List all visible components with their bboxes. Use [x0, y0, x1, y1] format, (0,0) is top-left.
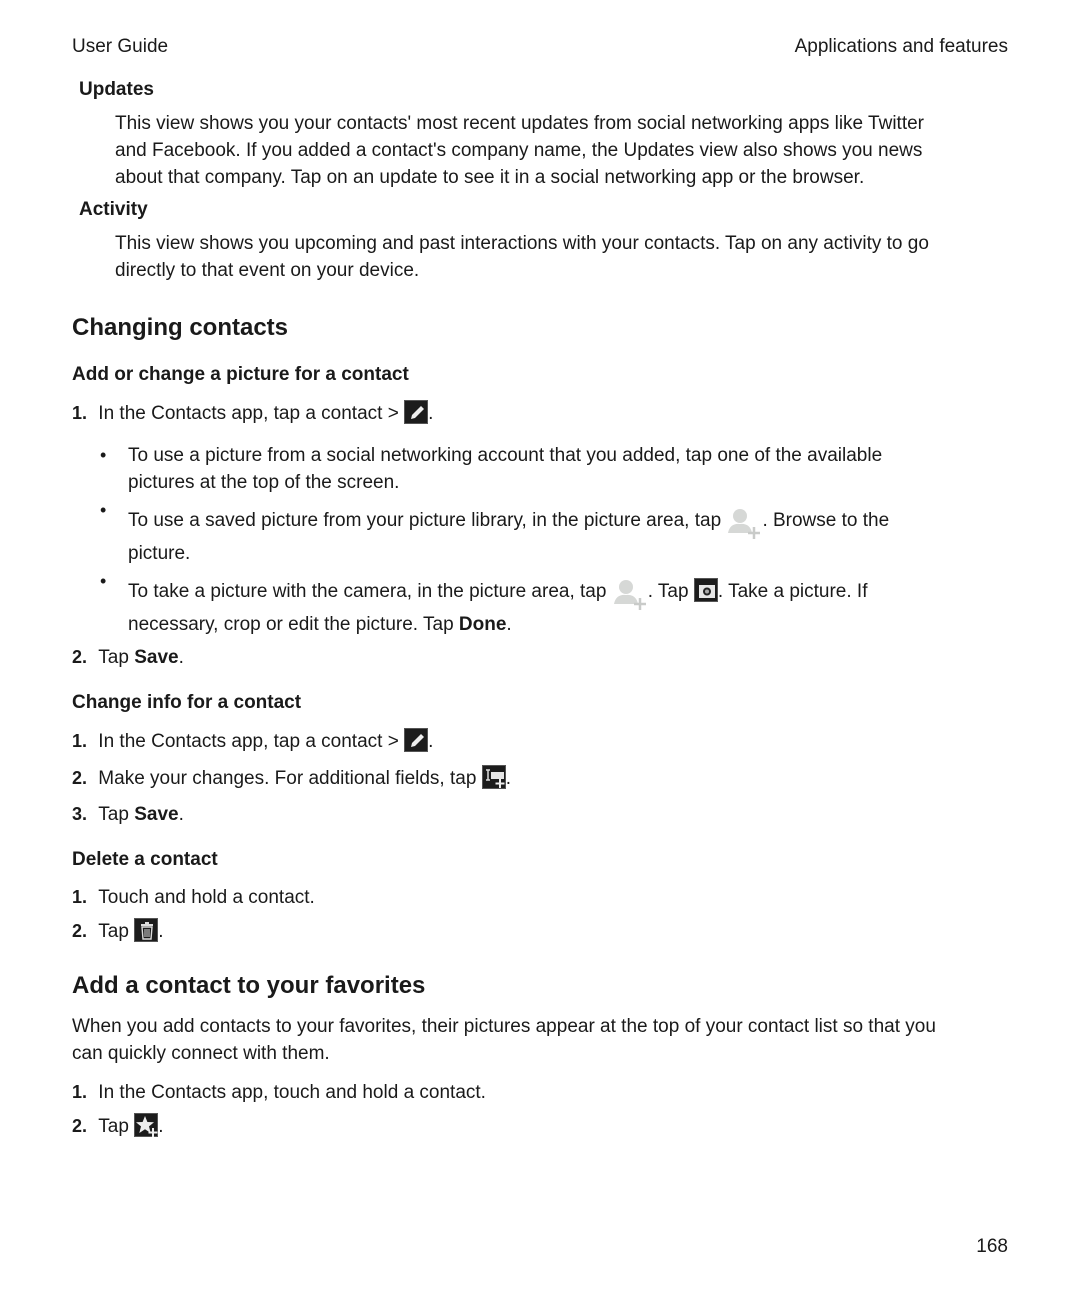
done-label: Done — [458, 614, 507, 635]
camera-icon — [693, 578, 718, 602]
pencil-icon — [404, 727, 429, 752]
step-number: 1. — [72, 731, 88, 751]
step-text: In the Contacts app, tap a contact > — [98, 403, 399, 424]
picture-subheading: Add or change a picture for a contact — [72, 364, 409, 385]
activity-text: This view shows you upcoming and past in… — [115, 230, 929, 284]
picture-step-2: 2. Tap Save. — [72, 647, 184, 668]
bullet-text: necessary, crop or edit the picture. Tap… — [128, 614, 512, 635]
text-line: This view shows you your contacts' most … — [115, 113, 925, 134]
bullet: • — [100, 500, 107, 520]
step-number: 1. — [72, 1082, 88, 1102]
step-text: Tap — [98, 804, 135, 825]
picture-bullet-2: • To use a saved picture from your pictu… — [100, 500, 889, 564]
bullet-text: To use a saved picture from your picture… — [128, 510, 722, 532]
delete-step-2: 2. Tap . — [72, 917, 164, 945]
text-line: and Facebook. If you added a contact's c… — [115, 140, 923, 161]
favorites-intro: When you add contacts to your favorites,… — [72, 1013, 936, 1067]
text-line: This view shows you upcoming and past in… — [115, 233, 929, 254]
favorites-step-2: 2. Tap . — [72, 1112, 164, 1140]
step-number: 1. — [72, 887, 88, 907]
add-field-icon — [481, 764, 506, 789]
step-text: Tap — [98, 1116, 129, 1137]
page-number: 168 — [976, 1236, 1008, 1257]
updates-text: This view shows you your contacts' most … — [115, 110, 924, 191]
updates-heading: Updates — [79, 79, 154, 100]
header-right: Applications and features — [794, 36, 1008, 57]
favorites-step-1: 1. In the Contacts app, touch and hold a… — [72, 1079, 486, 1106]
step-number: 1. — [72, 403, 88, 423]
picture-bullet-3: • To take a picture with the camera, in … — [100, 571, 867, 635]
bullet-text: . Browse to the — [762, 510, 890, 532]
step-number: 2. — [72, 647, 88, 667]
add-contact-picture-icon — [612, 578, 648, 610]
add-contact-picture-icon — [726, 507, 762, 539]
bullet-text: picture. — [128, 543, 191, 564]
picture-bullet-1: • To use a picture from a social network… — [100, 442, 882, 493]
save-label: Save — [134, 647, 179, 668]
step-text: Make your changes. For additional fields… — [98, 768, 477, 789]
step-text: In the Contacts app, touch and hold a co… — [98, 1082, 486, 1103]
text-line: about that company. Tap on an update to … — [115, 167, 865, 188]
activity-heading: Activity — [79, 199, 148, 220]
step-number: 2. — [72, 1116, 88, 1136]
pencil-icon — [404, 399, 429, 424]
step-text: Tap — [98, 647, 135, 668]
text: necessary, crop or edit the picture. Tap — [128, 614, 459, 635]
add-favorite-star-icon — [134, 1112, 159, 1137]
bullet-text: To use a picture from a social networkin… — [128, 445, 883, 466]
info-step-1: 1. In the Contacts app, tap a contact > … — [72, 727, 433, 755]
bullet-text: . Tap — [647, 581, 689, 603]
picture-step-1: 1. In the Contacts app, tap a contact > … — [72, 399, 433, 427]
bullet: • — [100, 571, 107, 591]
step-text: Tap — [98, 921, 129, 942]
header-left: User Guide — [72, 36, 169, 57]
delete-subheading: Delete a contact — [72, 849, 218, 870]
save-label: Save — [134, 804, 179, 825]
text-line: can quickly connect with them. — [72, 1043, 330, 1064]
info-step-2: 2. Make your changes. For additional fie… — [72, 764, 511, 792]
step-number: 2. — [72, 921, 88, 941]
step-text: Touch and hold a contact. — [98, 887, 315, 908]
step-number: 3. — [72, 804, 88, 824]
info-subheading: Change info for a contact — [72, 692, 302, 713]
delete-step-1: 1. Touch and hold a contact. — [72, 884, 315, 911]
trash-icon — [134, 917, 159, 942]
bullet-text: To take a picture with the camera, in th… — [128, 581, 607, 603]
changing-contacts-heading: Changing contacts — [72, 314, 289, 341]
bullet-text: . Take a picture. If — [717, 581, 868, 603]
step-number: 2. — [72, 768, 88, 788]
favorites-heading: Add a contact to your favorites — [72, 972, 426, 999]
text-line: directly to that event on your device. — [115, 260, 420, 281]
text-line: When you add contacts to your favorites,… — [72, 1016, 936, 1037]
info-step-3: 3. Tap Save. — [72, 804, 184, 825]
bullet-text: pictures at the top of the screen. — [128, 472, 400, 493]
bullet: • — [100, 445, 107, 465]
step-text: In the Contacts app, tap a contact > — [98, 731, 399, 752]
